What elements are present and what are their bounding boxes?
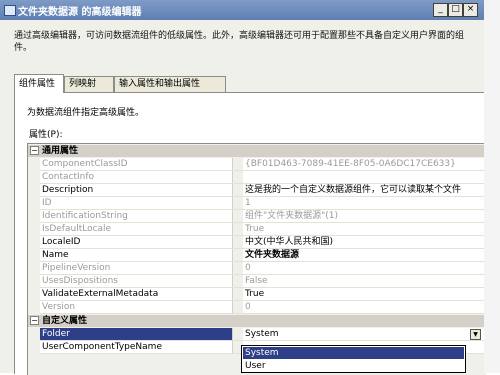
category-custom-properties[interactable]: − 自定义属性 — [28, 315, 486, 327]
tab-column-mappings[interactable]: 列映射 — [64, 76, 114, 92]
property-row[interactable]: UsesDispositions False — [40, 275, 486, 288]
property-name: LocaleID — [40, 236, 233, 248]
property-row[interactable]: ComponentClassID {BF01D463-7089-41EE-8F0… — [40, 158, 486, 171]
property-name: IdentificationString — [40, 210, 233, 222]
property-name: ID — [40, 197, 233, 209]
category-name: 通用属性 — [42, 146, 79, 156]
folder-dropdown-list: System User — [241, 345, 466, 373]
property-name: ComponentClassID — [40, 158, 233, 170]
collapse-icon[interactable]: − — [30, 316, 39, 325]
property-row[interactable]: Name 文件夹数据源 — [40, 249, 486, 262]
title-bar[interactable]: 文件夹数据源 的高级编辑器 _ □ × — [0, 0, 484, 20]
tab-panel: 为数据流组件指定高级属性。 属性(P): − 通用属性 ComponentCla… — [14, 92, 486, 375]
property-name: UserComponentTypeName — [40, 341, 233, 353]
folder-selected-value: System — [245, 329, 279, 339]
property-value[interactable]: 这是我的一个自定义数据源组件，它可以读取某个文件 — [243, 184, 485, 196]
property-name: Name — [40, 249, 233, 261]
chevron-down-icon[interactable]: ▼ — [470, 329, 481, 340]
advanced-editor-window: 文件夹数据源 的高级编辑器 _ □ × 通过高级编辑器，可访问数据流组件的低级属… — [0, 0, 486, 375]
property-value: False — [243, 275, 485, 287]
property-value[interactable]: 文件夹数据源 — [243, 249, 485, 261]
maximize-button[interactable]: □ — [448, 3, 463, 17]
property-row-folder[interactable]: Folder System ▼ — [40, 328, 486, 341]
dropdown-option-system[interactable]: System — [243, 347, 464, 359]
collapse-icon[interactable]: − — [30, 146, 39, 155]
property-value[interactable]: 中文(中华人民共和国) — [243, 236, 485, 248]
property-value: 组件"文件夹数据源"(1) — [243, 210, 485, 222]
property-value: 0 — [243, 301, 485, 313]
category-name: 自定义属性 — [42, 316, 88, 326]
property-value: {BF01D463-7089-41EE-8F05-0A6DC17CE633} — [243, 158, 485, 170]
dropdown-option-user[interactable]: User — [243, 360, 464, 372]
property-row[interactable]: PipelineVersion 0 — [40, 262, 486, 275]
property-name: ContactInfo — [40, 171, 233, 183]
tab-input-output-properties[interactable]: 输入属性和输出属性 — [114, 76, 226, 92]
property-value: True — [243, 223, 485, 235]
property-name: UsesDispositions — [40, 275, 233, 287]
property-value[interactable]: True — [243, 288, 485, 300]
property-row[interactable]: LocaleID 中文(中华人民共和国) — [40, 236, 486, 249]
tab-component-properties[interactable]: 组件属性 — [14, 74, 64, 93]
property-row[interactable]: ContactInfo — [40, 171, 486, 184]
property-name: ValidateExternalMetadata — [40, 288, 233, 300]
background-scroll-area — [484, 0, 500, 373]
property-grid: − 通用属性 ComponentClassID {BF01D463-7089-4… — [27, 143, 486, 375]
property-row[interactable]: ID 1 — [40, 197, 486, 210]
category-common-properties[interactable]: − 通用属性 — [28, 145, 486, 157]
properties-label: 属性(P): — [29, 130, 63, 140]
property-row[interactable]: ValidateExternalMetadata True — [40, 288, 486, 301]
property-name: Folder — [40, 328, 233, 340]
close-button[interactable]: × — [463, 3, 478, 17]
property-value — [243, 171, 485, 183]
property-row[interactable]: Description 这是我的一个自定义数据源组件，它可以读取某个文件 — [40, 184, 486, 197]
property-name: Version — [40, 301, 233, 313]
property-row[interactable]: IsDefaultLocale True — [40, 223, 486, 236]
property-name: Description — [40, 184, 233, 196]
folder-select[interactable]: System ▼ — [243, 328, 485, 340]
panel-description: 为数据流组件指定高级属性。 — [27, 108, 145, 118]
window-icon — [4, 5, 16, 16]
minimize-button[interactable]: _ — [433, 3, 448, 17]
property-name: IsDefaultLocale — [40, 223, 233, 235]
property-value: 0 — [243, 262, 485, 274]
property-name: PipelineVersion — [40, 262, 233, 274]
property-row[interactable]: Version 0 — [40, 301, 486, 314]
window-title: 文件夹数据源 的高级编辑器 — [18, 7, 142, 18]
property-row[interactable]: IdentificationString 组件"文件夹数据源"(1) — [40, 210, 486, 223]
property-value: 1 — [243, 197, 485, 209]
intro-text: 通过高级编辑器，可访问数据流组件的低级属性。此外，高级编辑器还可用于配置那些不具… — [14, 31, 465, 53]
